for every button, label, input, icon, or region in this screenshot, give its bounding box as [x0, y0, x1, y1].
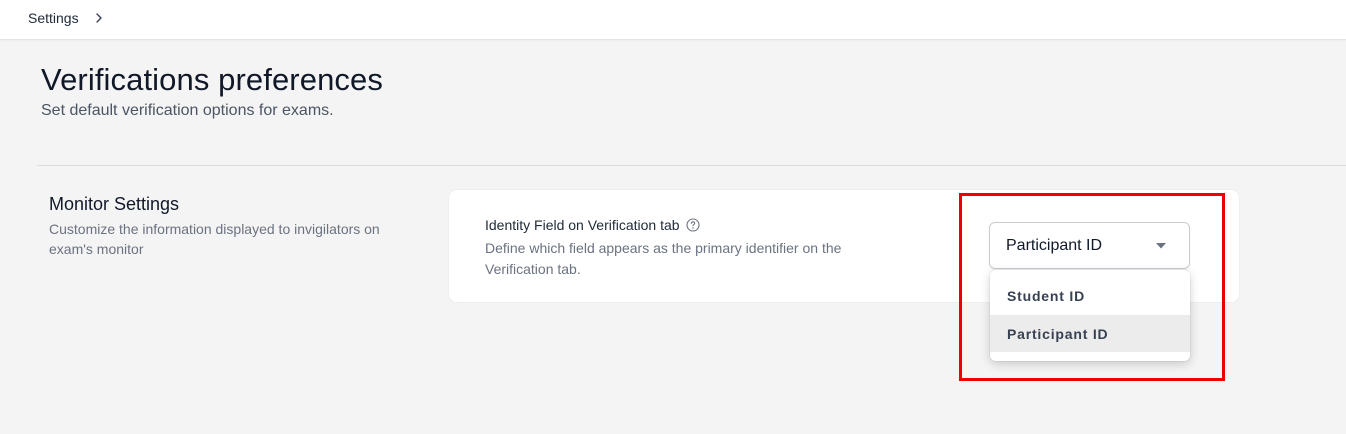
identity-field-select[interactable]: Participant ID	[989, 222, 1190, 269]
breadcrumb: Settings	[28, 10, 105, 26]
section-description: Customize the information displayed to i…	[49, 221, 380, 257]
chevron-right-icon	[95, 13, 102, 23]
page-title: Verifications preferences	[41, 62, 383, 97]
field-description: Define which field appears as the primar…	[485, 240, 842, 277]
option-student-id[interactable]: Student ID	[990, 277, 1190, 314]
caret-down-icon	[1156, 242, 1166, 248]
question-circle-icon[interactable]	[686, 218, 700, 232]
option-participant-id[interactable]: Participant ID	[990, 315, 1190, 352]
breadcrumb-settings[interactable]: Settings	[28, 10, 79, 26]
section-divider	[37, 165, 1346, 166]
field-label-row: Identity Field on Verification tab	[485, 217, 700, 233]
section-title: Monitor Settings	[49, 194, 180, 214]
select-value: Participant ID	[1006, 236, 1103, 254]
field-label: Identity Field on Verification tab	[485, 217, 680, 233]
top-bar: Settings	[0, 0, 1346, 40]
dropdown-menu: Student ID Participant ID	[990, 270, 1190, 361]
page-subtitle: Set default verification options for exa…	[41, 102, 334, 119]
